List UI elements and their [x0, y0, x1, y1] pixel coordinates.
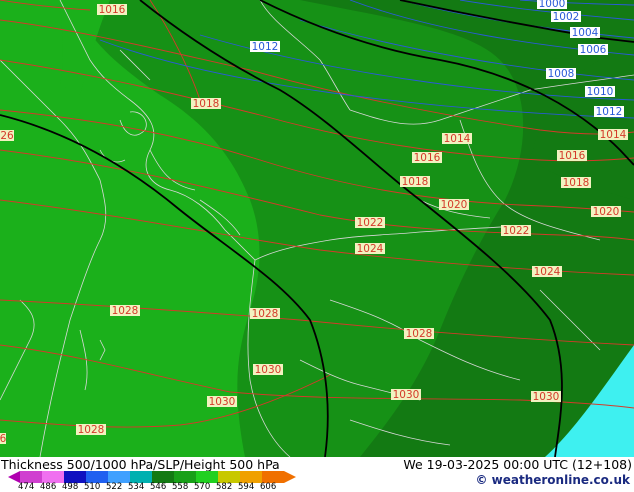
scale-tick: 558: [172, 482, 189, 492]
svg-text:1028: 1028: [406, 328, 433, 340]
svg-text:1016: 1016: [414, 152, 441, 164]
label-1004: 1004: [570, 27, 600, 39]
scale-tick: 594: [238, 482, 255, 492]
svg-text:1028: 1028: [252, 308, 279, 320]
scale-tick: 606: [260, 482, 277, 492]
label-1016-east: 1016: [557, 150, 587, 162]
label-1020-center: 1020: [439, 199, 469, 211]
svg-text:26: 26: [0, 130, 14, 142]
footer: Thickness 500/1000 hPa/SLP/Height 500 hP…: [0, 457, 634, 492]
svg-text:1020: 1020: [441, 199, 468, 211]
svg-text:1020: 1020: [593, 206, 620, 218]
svg-text:1028: 1028: [78, 424, 105, 436]
label-1022-center: 1022: [355, 217, 385, 229]
label-1028-sw: 1028: [76, 424, 106, 436]
label-1024-center: 1024: [355, 243, 385, 255]
label-1012-east: 1012: [594, 106, 624, 118]
scale-tick: 474: [18, 482, 35, 492]
svg-text:1028: 1028: [112, 305, 139, 317]
svg-text:1022: 1022: [503, 225, 530, 237]
label-1030-mid: 1030: [253, 364, 283, 376]
svg-text:6: 6: [0, 433, 7, 445]
svg-text:1004: 1004: [572, 27, 599, 39]
weather-map-page: 1000 1002 1004 1006 1008 1010 1012 1012 …: [0, 0, 634, 492]
label-1024-east: 1024: [532, 266, 562, 278]
svg-text:1024: 1024: [534, 266, 561, 278]
svg-text:1018: 1018: [193, 98, 220, 110]
label-1018-nw: 1018: [191, 98, 221, 110]
scale-tick: 486: [40, 482, 57, 492]
label-1016-center: 1016: [412, 152, 442, 164]
svg-text:1006: 1006: [580, 44, 607, 56]
label-1022-east: 1022: [501, 225, 531, 237]
map-canvas: 1000 1002 1004 1006 1008 1010 1012 1012 …: [0, 0, 634, 457]
svg-text:1030: 1030: [533, 391, 560, 403]
svg-text:1030: 1030: [255, 364, 282, 376]
svg-text:1012: 1012: [252, 41, 279, 53]
site-credit-link[interactable]: © weatheronline.co.uk: [475, 473, 630, 487]
label-6-edge: 6: [0, 433, 7, 445]
chart-title: Thickness 500/1000 hPa/SLP/Height 500 hP…: [1, 457, 280, 472]
forecast-datetime: We 19-03-2025 00:00 UTC (12+108): [403, 457, 632, 472]
svg-text:1014: 1014: [444, 133, 471, 145]
svg-text:1018: 1018: [563, 177, 590, 189]
svg-text:1012: 1012: [596, 106, 623, 118]
label-1012-west: 1012: [250, 41, 280, 53]
svg-text:1000: 1000: [539, 0, 566, 10]
label-1030-center: 1030: [391, 389, 421, 401]
label-1028-west: 1028: [110, 305, 140, 317]
svg-text:1030: 1030: [393, 389, 420, 401]
scale-tick: 522: [106, 482, 123, 492]
svg-text:1024: 1024: [357, 243, 384, 255]
svg-text:1030: 1030: [209, 396, 236, 408]
label-1018-east: 1018: [561, 177, 591, 189]
label-1016-nw: 1016: [97, 4, 127, 16]
svg-text:1018: 1018: [402, 176, 429, 188]
scale-tick: 510: [84, 482, 101, 492]
label-1008: 1008: [546, 68, 576, 80]
label-1020-east: 1020: [591, 206, 621, 218]
scale-tick: 498: [62, 482, 79, 492]
label-1030-east: 1030: [531, 391, 561, 403]
svg-text:1008: 1008: [548, 68, 575, 80]
label-1006: 1006: [578, 44, 608, 56]
label-1000: 1000: [537, 0, 567, 10]
label-1028-mid: 1028: [250, 308, 280, 320]
svg-text:1022: 1022: [357, 217, 384, 229]
label-1010: 1010: [585, 86, 615, 98]
label-1018-center: 1018: [400, 176, 430, 188]
scale-tick: 570: [194, 482, 211, 492]
svg-text:1014: 1014: [600, 129, 627, 141]
scale-tick: 546: [150, 482, 167, 492]
label-1014-east: 1014: [598, 129, 628, 141]
scale-tick: 534: [128, 482, 145, 492]
label-1030-west: 1030: [207, 396, 237, 408]
svg-text:1002: 1002: [553, 11, 580, 23]
label-1028-center: 1028: [404, 328, 434, 340]
scale-tick: 582: [216, 482, 233, 492]
svg-text:1016: 1016: [99, 4, 126, 16]
label-26-edge: 26: [0, 130, 14, 142]
svg-text:1016: 1016: [559, 150, 586, 162]
label-1002: 1002: [551, 11, 581, 23]
svg-text:1010: 1010: [587, 86, 614, 98]
label-1014-center: 1014: [442, 133, 472, 145]
